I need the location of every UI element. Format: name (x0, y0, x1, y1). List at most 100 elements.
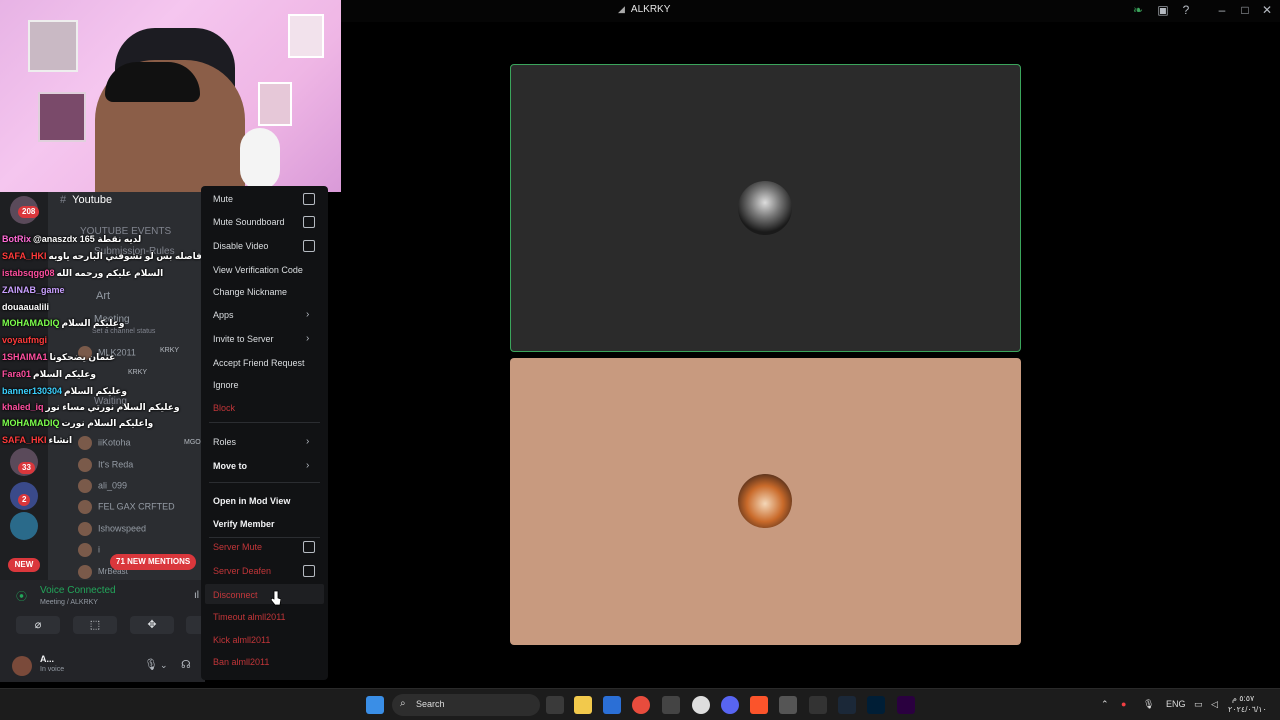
premiere-icon[interactable] (897, 696, 915, 714)
menu-item-accept-friend-request[interactable]: Accept Friend Request (213, 358, 305, 368)
start-icon[interactable] (366, 696, 384, 714)
menu-item-disconnect[interactable]: Disconnect (213, 590, 258, 600)
menu-item-server-deafen[interactable]: Server Deafen (213, 566, 271, 576)
new-pill[interactable]: NEW (8, 558, 40, 572)
menu-item-invite-to-server[interactable]: Invite to Server (213, 334, 274, 344)
steam-client-icon[interactable] (838, 696, 856, 714)
menu-item-change-nickname[interactable]: Change Nickname (213, 287, 287, 297)
activities-button[interactable]: ✥ (130, 616, 174, 634)
menu-item-ban[interactable]: Ban almll2011 (213, 657, 269, 667)
network-icon[interactable]: ▭ (1194, 699, 1203, 710)
checkbox[interactable] (303, 541, 315, 553)
participant-tile[interactable] (510, 358, 1021, 645)
headphones-icon[interactable]: ☊ (181, 658, 191, 671)
notification-badge: 208 (18, 206, 40, 218)
chevron-down-icon[interactable]: ⌄ (160, 660, 168, 671)
chat-line: ZAINAB_game (2, 285, 65, 295)
language-indicator[interactable]: ENG (1166, 699, 1186, 709)
app-icon[interactable] (662, 696, 680, 714)
voice-user[interactable]: It's Reda (78, 458, 133, 474)
task-view-icon[interactable] (546, 696, 564, 714)
menu-item-mute-soundboard[interactable]: Mute Soundboard (213, 217, 285, 227)
chat-line: MOHAMADIQ وعليكم السلام (2, 318, 125, 328)
menu-item-roles[interactable]: Roles (213, 437, 236, 447)
user-status: In voice (40, 666, 65, 673)
minimize-icon[interactable]: – (1215, 3, 1229, 17)
microphone-icon[interactable]: 🎙 (144, 658, 158, 671)
microphone-icon[interactable]: 🎙 (1143, 699, 1154, 710)
store-icon[interactable] (603, 696, 621, 714)
chrome-icon[interactable] (632, 696, 650, 714)
app-icon[interactable] (779, 696, 797, 714)
wall-plaque (38, 92, 86, 142)
menu-separator (209, 482, 320, 483)
camera-off-button[interactable]: ⌀ (16, 616, 60, 634)
leaf-icon[interactable]: ❧ (1131, 3, 1145, 17)
screen-share-button[interactable]: ⬚ (73, 616, 117, 634)
channel-header[interactable]: # Youtube (60, 194, 112, 210)
steam-icon[interactable] (692, 696, 710, 714)
checkbox[interactable] (303, 193, 315, 205)
chevron-right-icon: › (306, 460, 310, 471)
chat-line: douaaualili (2, 302, 50, 312)
window-title: ◢ ALKRKY (618, 4, 671, 15)
avatar (78, 500, 92, 514)
menu-item-kick[interactable]: Kick almll2011 (213, 635, 270, 645)
clock-time[interactable]: ٥:٥٧ م (1232, 694, 1254, 703)
chevron-right-icon: › (306, 333, 310, 344)
chat-line: MOHAMADIQ واعليكم السلام نورت (2, 418, 154, 428)
menu-item-move-to[interactable]: Move to (213, 461, 247, 471)
voice-user[interactable]: i (78, 543, 100, 559)
app-icon[interactable] (809, 696, 827, 714)
checkbox[interactable] (303, 216, 315, 228)
stream-chat-overlay: BotRix @anaszdx 165 لديه نقطة SAFA_HKI لا … (0, 232, 255, 447)
menu-item-verify-member[interactable]: Verify Member (213, 519, 275, 529)
menu-item-block[interactable]: Block (213, 403, 235, 413)
menu-item-mute[interactable]: Mute (213, 194, 233, 204)
server-icon[interactable] (10, 512, 38, 540)
photoshop-icon[interactable] (867, 696, 885, 714)
menu-item-timeout[interactable]: Timeout almll2011 (213, 612, 286, 622)
volume-icon[interactable]: ◁ (1211, 699, 1218, 710)
wall-plaque (258, 82, 292, 126)
voice-user[interactable]: ali_099 (78, 479, 127, 495)
avatar (78, 458, 92, 472)
voice-user[interactable]: FEL GAX CRFTED (78, 500, 175, 516)
avatar (78, 522, 92, 536)
search-box[interactable]: ⌕ Search (392, 694, 540, 716)
checkbox[interactable] (303, 565, 315, 577)
menu-item-server-mute[interactable]: Server Mute (213, 542, 262, 552)
tray-app-icon[interactable]: ● (1121, 699, 1126, 709)
bandana (105, 62, 200, 102)
menu-item-apps[interactable]: Apps (213, 310, 234, 320)
file-explorer-icon[interactable] (574, 696, 592, 714)
menu-item-view-verification-code[interactable]: View Verification Code (213, 265, 303, 275)
participant-tile-speaking[interactable] (510, 64, 1021, 352)
wall-plaque (288, 14, 324, 58)
user-name[interactable]: A... (40, 654, 54, 664)
close-icon[interactable]: ✕ (1260, 3, 1274, 17)
voice-user[interactable]: Ishowspeed (78, 522, 146, 538)
clock-date[interactable]: ٢٠٢٤/٠٦/١٠ (1228, 705, 1267, 714)
help-icon[interactable]: ? (1179, 3, 1193, 17)
menu-item-ignore[interactable]: Ignore (213, 380, 239, 390)
discord-icon[interactable] (721, 696, 739, 714)
menu-item-open-in-mod-view[interactable]: Open in Mod View (213, 496, 290, 506)
new-mentions-pill[interactable]: 71 NEW MENTIONS (110, 554, 197, 570)
menu-item-disable-video[interactable]: Disable Video (213, 241, 268, 251)
noise-suppression-icon[interactable]: ıl (194, 590, 199, 601)
inbox-icon[interactable]: ▣ (1156, 3, 1170, 17)
hash-icon: # (60, 194, 67, 206)
voice-location[interactable]: Meeting / ALKRKY (40, 599, 98, 606)
chat-line: Fara01 وعليكم السلام (2, 369, 96, 379)
chevron-up-icon[interactable]: ⌃ (1101, 699, 1109, 710)
notification-badge: 33 (18, 462, 35, 474)
checkbox[interactable] (303, 240, 315, 252)
voice-status[interactable]: Voice Connected (40, 585, 116, 596)
microphone (240, 128, 280, 190)
avatar[interactable] (12, 656, 32, 676)
chat-line: istabsqgg08 السلام عليكم ورحمه الله (2, 268, 164, 278)
wall-plaque (28, 20, 78, 72)
brave-icon[interactable] (750, 696, 768, 714)
maximize-icon[interactable]: □ (1238, 3, 1252, 17)
